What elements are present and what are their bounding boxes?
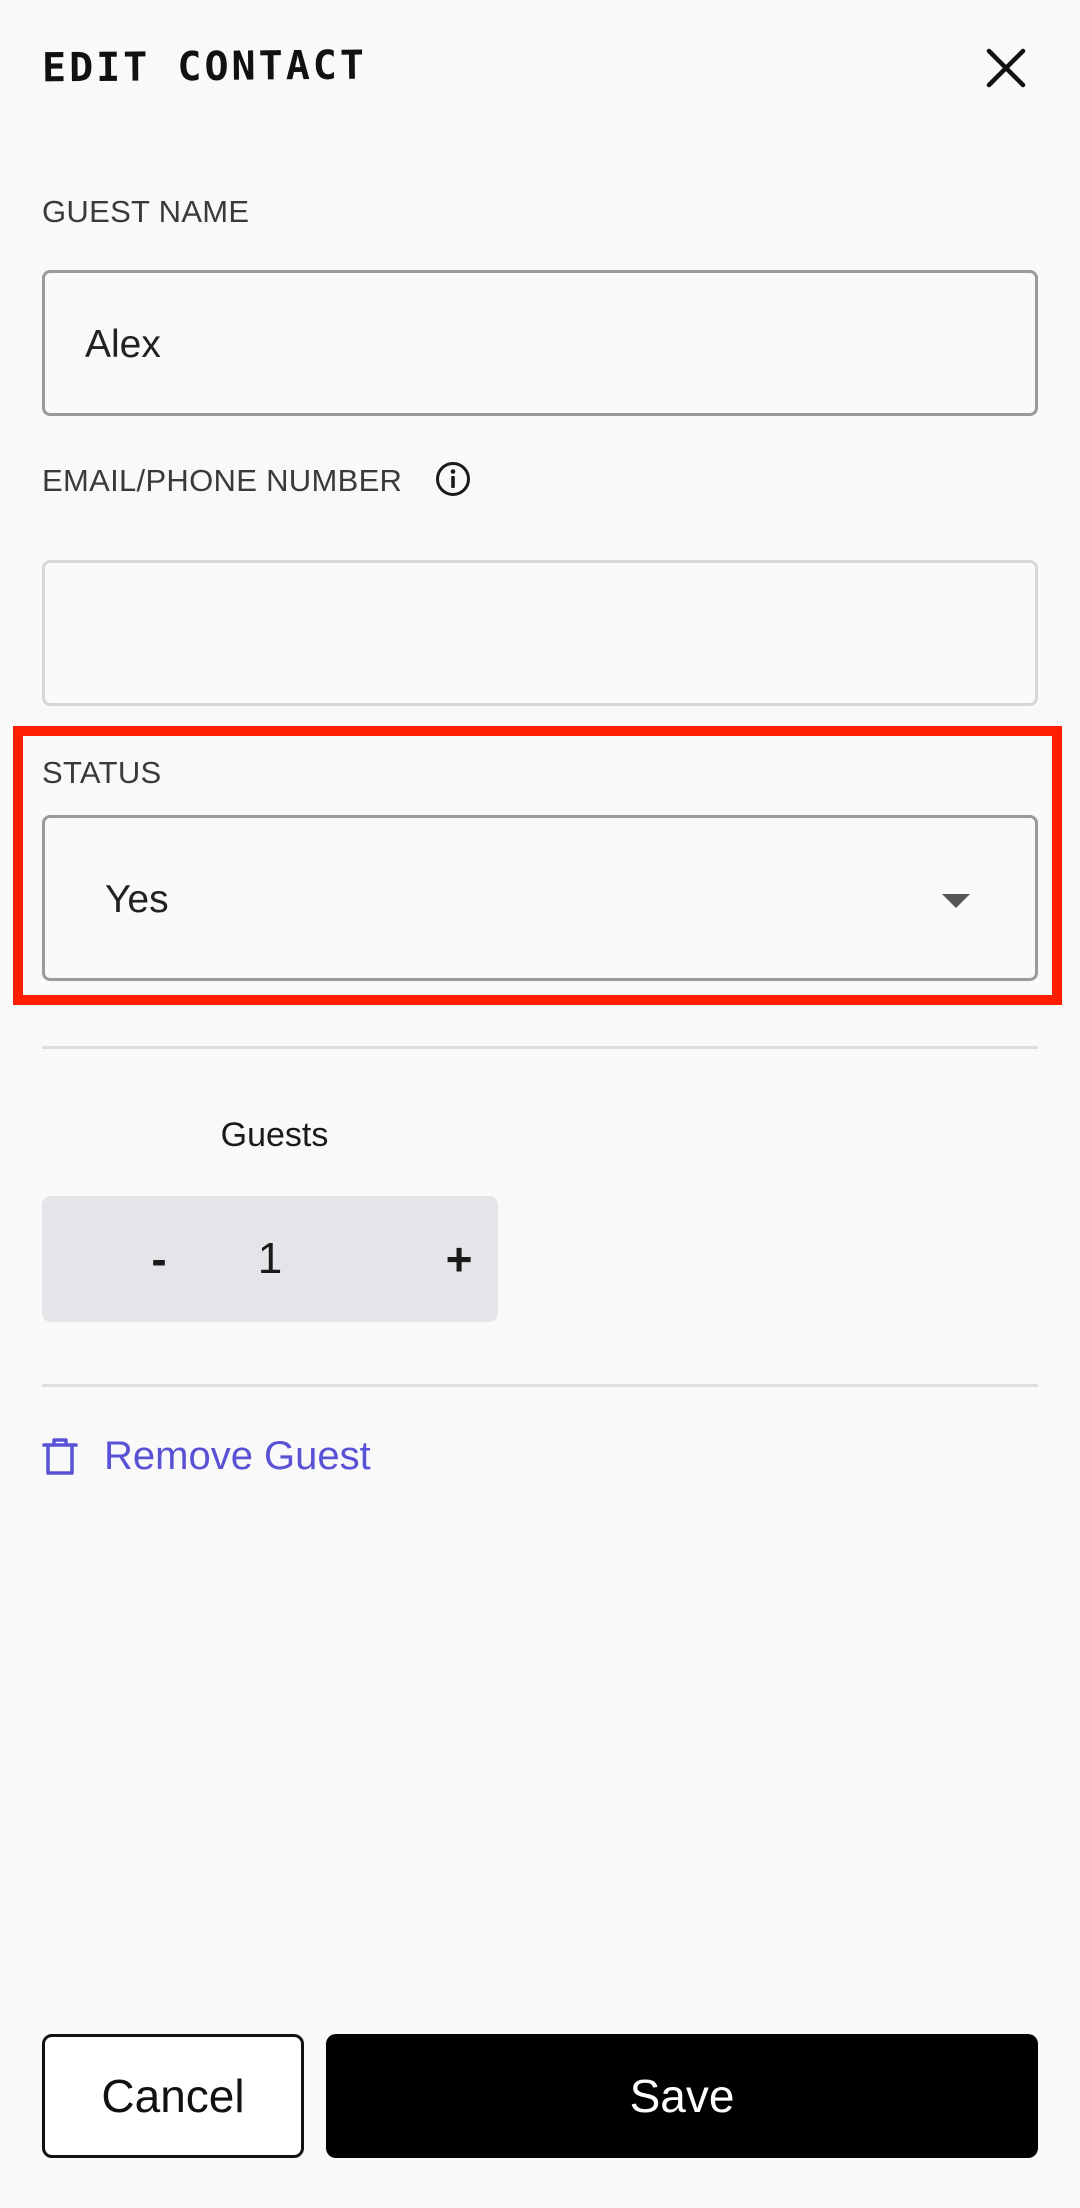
- cancel-button[interactable]: Cancel: [42, 2034, 304, 2158]
- save-button[interactable]: Save: [326, 2034, 1038, 2158]
- divider: [42, 1046, 1038, 1049]
- dialog-title: EDIT CONTACT: [41, 42, 368, 92]
- divider: [42, 1384, 1038, 1387]
- guests-label: Guests: [220, 1116, 329, 1154]
- guest-name-label: GUEST NAME: [42, 194, 250, 229]
- increment-button[interactable]: +: [404, 1196, 514, 1322]
- info-icon[interactable]: [434, 460, 472, 498]
- guest-name-value: Alex: [85, 323, 161, 366]
- guests-count: 1: [257, 1234, 283, 1283]
- remove-guest-button[interactable]: Remove Guest: [42, 1430, 371, 1482]
- close-button[interactable]: [980, 42, 1032, 94]
- highlight-box: [13, 726, 1062, 1005]
- close-icon: [986, 48, 1026, 88]
- remove-guest-label: Remove Guest: [104, 1433, 371, 1478]
- contact-field[interactable]: [42, 560, 1038, 706]
- contact-label: EMAIL/PHONE NUMBER: [42, 463, 403, 498]
- decrement-button[interactable]: -: [104, 1196, 214, 1322]
- guest-name-field[interactable]: Alex: [42, 270, 1038, 416]
- guests-stepper: - 1 +: [42, 1196, 498, 1322]
- trash-icon: [42, 1438, 78, 1475]
